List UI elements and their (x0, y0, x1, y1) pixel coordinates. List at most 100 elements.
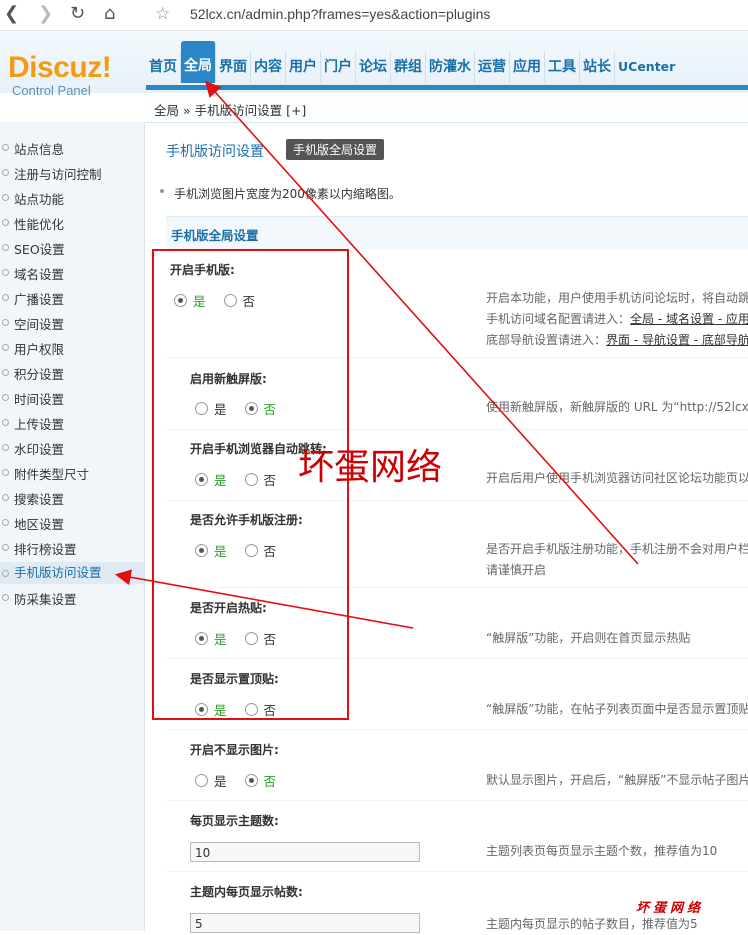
setting-threads-per-page: 每页显示主题数: 10 主题列表页每页显示主题个数，推荐值为10 (166, 812, 748, 872)
sidebar-item-mobile[interactable]: 手机版访问设置 (0, 562, 144, 584)
menu-founder[interactable]: 站长 (580, 51, 615, 83)
sidebar-item-broadcast[interactable]: 广播设置 (2, 289, 64, 308)
setting-description: 使用新触屏版，新触屏版的 URL 为“http://52lcx (486, 400, 748, 414)
setting-title: 主题内每页显示帖数: (190, 885, 303, 899)
reload-icon[interactable]: ↻ (70, 4, 85, 24)
section-title: 手机版全局设置 (171, 228, 259, 243)
sidebar-item-label: 空间设置 (14, 317, 65, 332)
bullet-icon (2, 570, 9, 577)
bookmark-star-icon[interactable]: ☆ (155, 4, 170, 24)
sidebar-item-label: 排行榜设置 (14, 542, 77, 557)
sidebar-item-domain[interactable]: 域名设置 (2, 264, 64, 283)
home-icon[interactable]: ⌂ (104, 4, 115, 24)
menu-home[interactable]: 首页 (146, 51, 181, 83)
menu-global[interactable]: 全局 (181, 41, 216, 83)
radio-no[interactable] (244, 774, 258, 787)
bullet-icon (2, 144, 9, 151)
bullet-icon (2, 269, 9, 276)
sidebar-item-label: 积分设置 (14, 367, 65, 382)
address-bar[interactable]: 52lcx.cn/admin.php?frames=yes&action=plu… (190, 6, 490, 22)
sidebar-item-label: 站点信息 (14, 142, 65, 157)
menu-tools[interactable]: 工具 (545, 51, 580, 83)
section-header: 手机版全局设置 (166, 216, 748, 249)
setting-description: 默认显示图片，开启后，“触屏版”不显示帖子图片 (486, 773, 748, 787)
radio-group: 是 否 (195, 771, 294, 790)
sidebar-item-region[interactable]: 地区设置 (2, 514, 65, 533)
radio-yes[interactable] (195, 774, 208, 787)
desc-line: 请谨慎开启 (486, 563, 547, 577)
sidebar-item-permissions[interactable]: 用户权限 (2, 339, 65, 358)
menu-apps[interactable]: 应用 (510, 51, 545, 83)
bullet-icon (2, 444, 9, 451)
bullet-icon (2, 519, 9, 526)
desc-line: 是否开启手机版注册功能，手机注册不会对用户栏 (486, 542, 748, 556)
bullet-icon (2, 544, 9, 551)
bullet-icon (2, 244, 9, 251)
sidebar-item-register[interactable]: 注册与访问控制 (2, 164, 102, 183)
menu-user[interactable]: 用户 (286, 51, 321, 83)
menu-antispam[interactable]: 防灌水 (426, 51, 475, 83)
breadcrumb[interactable]: 全局 » 手机版访问设置 [+] (154, 100, 306, 119)
watermark-text: 坏蛋网络 (298, 447, 443, 488)
radio-no-label[interactable]: 否 (264, 771, 277, 790)
bullet-icon (2, 344, 9, 351)
setting-description: 是否开启手机版注册功能，手机注册不会对用户栏 请谨慎开启 (486, 539, 748, 581)
tab-mobile-global[interactable]: 手机版全局设置 (286, 139, 385, 160)
divider (166, 871, 748, 872)
tip-label: 手机浏览图片宽度为200像素以内缩略图。 (174, 187, 401, 201)
sidebar-item-label: 水印设置 (14, 442, 65, 457)
sidebar-item-upload[interactable]: 上传设置 (2, 414, 64, 433)
sidebar-item-watermark[interactable]: 水印设置 (2, 439, 65, 458)
discuz-logo[interactable]: Discuz! (8, 51, 112, 85)
posts-per-page-input[interactable]: 5 (190, 913, 420, 933)
sidebar-item-time[interactable]: 时间设置 (2, 389, 65, 408)
sidebar-item-performance[interactable]: 性能优化 (2, 214, 65, 233)
sidebar-item-label: 时间设置 (14, 392, 65, 407)
setting-hide-images: 开启不显示图片: 是 否 默认显示图片，开启后，“触屏版”不显示帖子图片 (166, 741, 748, 801)
menu-portal[interactable]: 门户 (321, 51, 356, 83)
desc-line: 手机访问域名配置请进入：全局 - 域名设置 - 应用 (486, 309, 748, 330)
setting-title: 开启不显示图片: (190, 743, 279, 757)
domain-settings-link[interactable]: 全局 - 域名设置 - 应用 (630, 312, 748, 326)
sidebar-item-credits[interactable]: 积分设置 (2, 364, 65, 383)
sidebar-item-label: 性能优化 (14, 217, 65, 232)
sidebar-item-seo[interactable]: SEO设置 (2, 239, 65, 258)
menu-ucenter[interactable]: UCenter (615, 51, 678, 83)
nav-settings-link[interactable]: 界面 - 导航设置 - 底部导航 (606, 333, 748, 347)
bullet-icon (2, 194, 9, 201)
radio-yes-label[interactable]: 是 (214, 771, 227, 790)
logo-subtitle: Control Panel (12, 83, 91, 98)
divider (166, 729, 748, 730)
sidebar-item-label: 用户权限 (14, 342, 65, 357)
sidebar-item-ranking[interactable]: 排行榜设置 (2, 539, 77, 558)
sidebar-item-site-info[interactable]: 站点信息 (2, 139, 65, 158)
forward-icon[interactable]: ❯ (38, 4, 53, 24)
menu-operation[interactable]: 运营 (475, 51, 510, 83)
setting-title: 每页显示主题数: (190, 814, 279, 828)
top-menu: 首页 全局 界面 内容 用户 门户 论坛 群组 防灌水 运营 应用 工具 站长 … (146, 41, 678, 83)
menu-style[interactable]: 界面 (216, 51, 251, 83)
sidebar-item-label: 站点功能 (14, 192, 65, 207)
sidebar-item-space[interactable]: 空间设置 (2, 314, 65, 333)
bullet-icon (2, 494, 9, 501)
breadcrumb-bar: 全局 » 手机版访问设置 [+] (146, 94, 748, 123)
sidebar-item-anticollect[interactable]: 防采集设置 (2, 589, 77, 608)
back-icon[interactable]: ❮ (4, 4, 19, 24)
bullet-icon (2, 169, 9, 176)
logo-area: Discuz! Control Panel (0, 31, 142, 98)
setting-description: “触屏版”功能，在帖子列表页面中是否显示置顶贴 (486, 702, 748, 716)
menu-content[interactable]: 内容 (251, 51, 286, 83)
bullet-icon (2, 319, 9, 326)
threads-per-page-input[interactable]: 10 (190, 842, 420, 862)
menu-forum[interactable]: 论坛 (356, 51, 391, 83)
sidebar: 站点信息 注册与访问控制 站点功能 性能优化 SEO设置 域名设置 广播设置 空… (0, 122, 145, 931)
desc-text: 手机访问域名配置请进入： (486, 312, 631, 326)
sidebar-item-attach-types[interactable]: 附件类型尺寸 (2, 464, 89, 483)
desc-text: 底部导航设置请进入： (486, 333, 607, 347)
sidebar-item-label: 搜索设置 (14, 492, 65, 507)
sidebar-item-site-function[interactable]: 站点功能 (2, 189, 65, 208)
sidebar-item-search[interactable]: 搜索设置 (2, 489, 65, 508)
sidebar-item-label: 地区设置 (14, 517, 65, 532)
bullet-icon (2, 469, 9, 476)
menu-group[interactable]: 群组 (391, 51, 426, 83)
